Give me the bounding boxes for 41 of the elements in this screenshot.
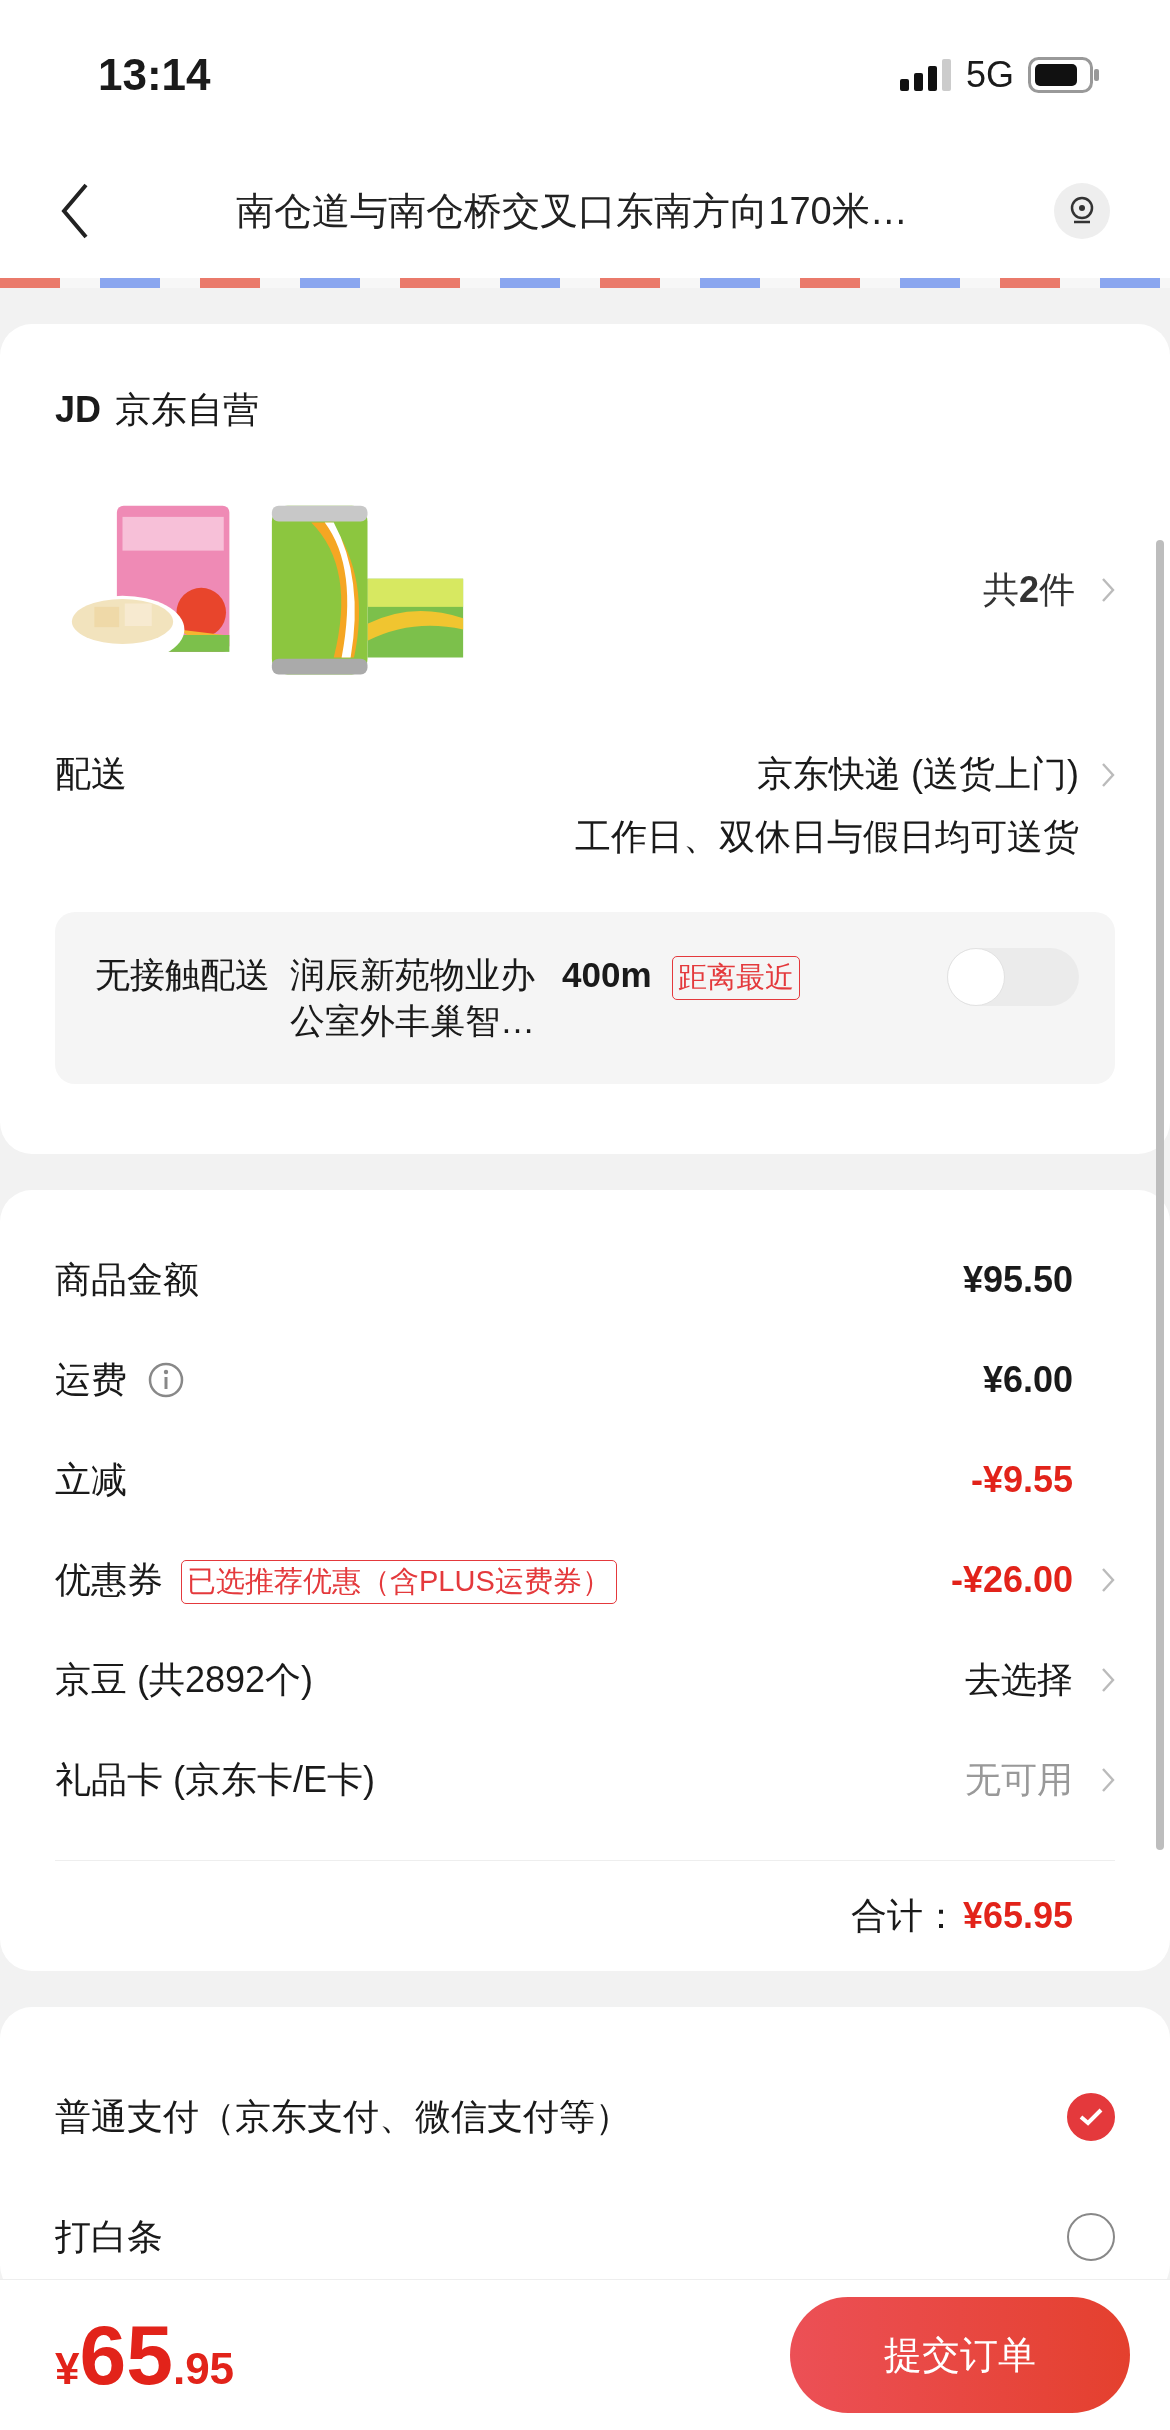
total-price: ¥65.95 (55, 2306, 235, 2404)
total-value: ¥65.95 (962, 1895, 1073, 1937)
network-label: 5G (965, 54, 1014, 96)
delivery-schedule: 工作日、双休日与假日均可送货 (575, 815, 1079, 859)
coupon-tag: 已选推荐优惠（含PLUS运费券） (181, 1560, 617, 1604)
chevron-icon (1101, 761, 1115, 788)
radio-button[interactable] (1067, 2213, 1115, 2261)
shop-name: 京东自营 (115, 388, 260, 432)
info-icon[interactable] (147, 1361, 185, 1399)
price-label: 运费 (55, 1357, 127, 1402)
shop-logo: JD (55, 389, 102, 431)
distance-label: 400m (562, 954, 652, 996)
back-icon[interactable] (60, 182, 90, 240)
price-label: 商品金额 (55, 1257, 199, 1302)
check-icon (1078, 2107, 1104, 2127)
address-title[interactable]: 南仓道与南仓桥交叉口东南方向170米… (90, 185, 1054, 237)
submit-order-button[interactable]: 提交订单 (790, 2297, 1130, 2413)
price-value: -¥9.55 (970, 1459, 1073, 1501)
status-time: 13:14 (98, 50, 211, 100)
chevron-icon (1101, 577, 1115, 603)
nearest-tag: 距离最近 (671, 956, 800, 1000)
price-value: ¥95.50 (962, 1259, 1073, 1301)
radio-button[interactable] (1067, 2093, 1115, 2141)
item-count[interactable]: 共2件 (982, 565, 1075, 615)
contactless-label: 无接触配送 (95, 954, 270, 996)
price-value[interactable]: -¥26.00 (950, 1559, 1073, 1601)
price-label: 礼品卡 (京东卡/E卡) (55, 1757, 375, 1802)
delivery-method[interactable]: 京东快递 (送货上门) (757, 750, 1079, 799)
signal-icon (899, 59, 952, 91)
payment-option[interactable]: 普通支付（京东支付、微信支付等） (55, 2092, 631, 2142)
price-value: ¥6.00 (982, 1359, 1073, 1401)
location-pin-icon[interactable] (1054, 183, 1110, 239)
price-value[interactable]: 去选择 (965, 1655, 1073, 1705)
battery-icon (1028, 57, 1100, 93)
price-label: 京豆 (共2892个) (55, 1657, 314, 1702)
payment-option[interactable]: 打白条 (55, 2212, 163, 2262)
total-label: 合计： (850, 1893, 959, 1938)
pickup-location: 润辰新苑物业办公室外丰巢智… (290, 954, 536, 1042)
price-label: 优惠券 (55, 1557, 163, 1602)
price-label: 立减 (55, 1457, 127, 1502)
delivery-label: 配送 (55, 752, 127, 796)
